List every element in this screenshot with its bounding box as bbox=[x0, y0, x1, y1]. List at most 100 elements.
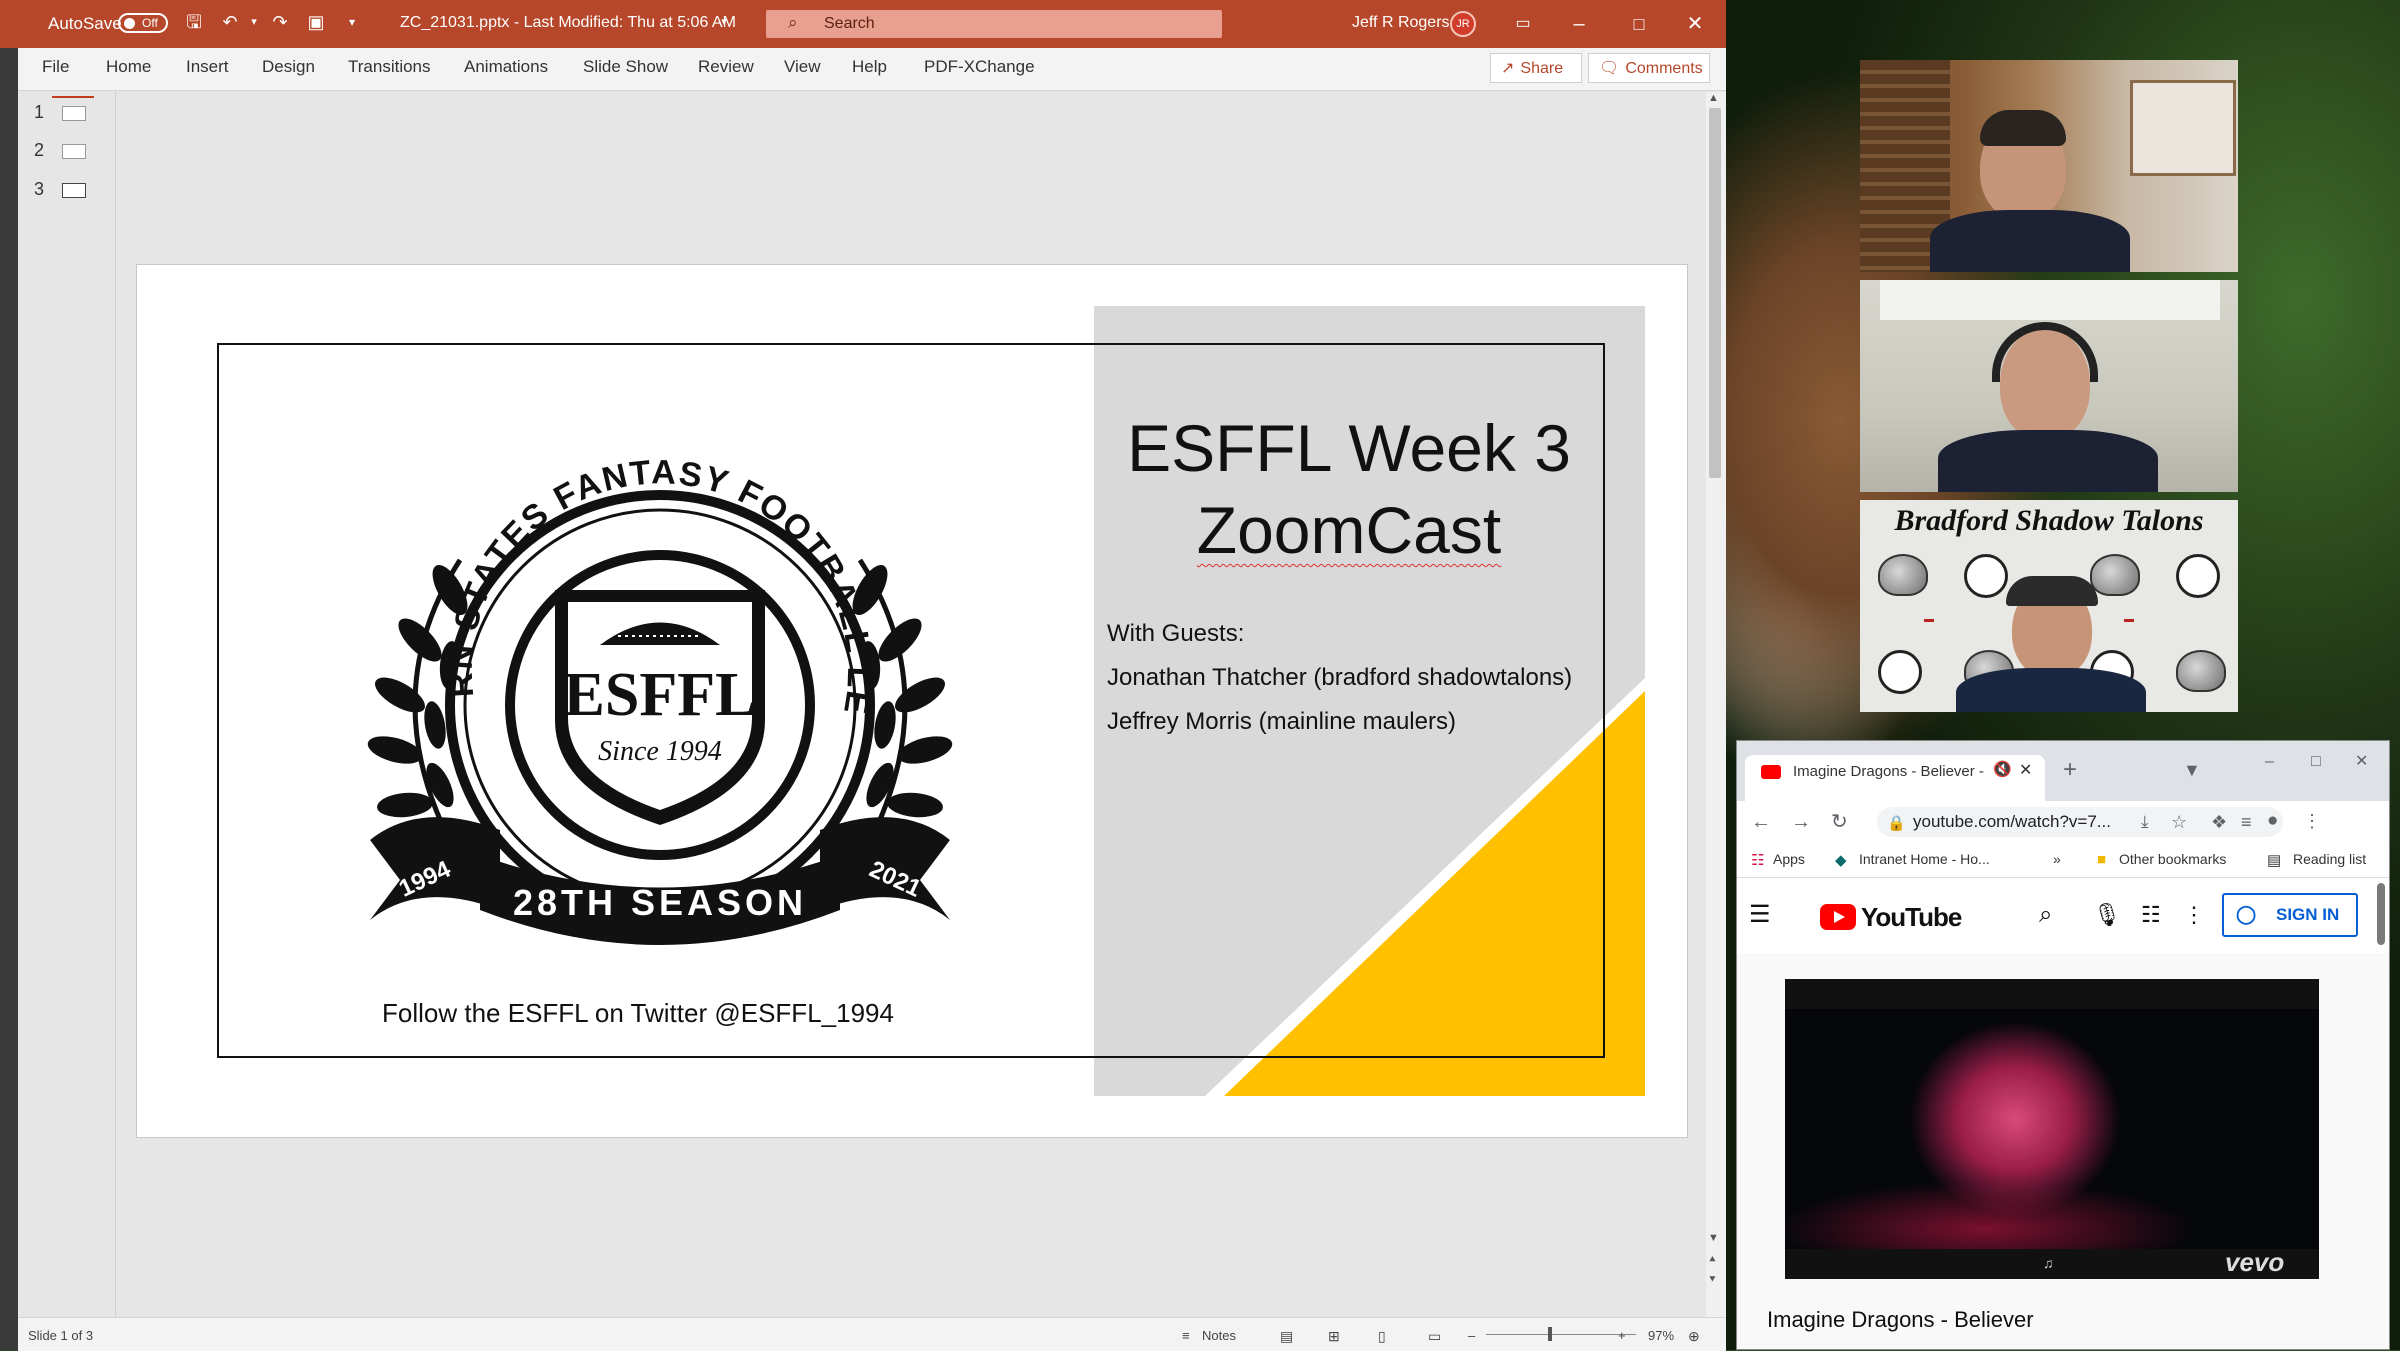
maximize-button[interactable]: □ bbox=[1616, 8, 1662, 40]
search-box[interactable]: ⌕ Search bbox=[766, 10, 1222, 38]
lock-icon[interactable]: 🔒 bbox=[1887, 813, 1906, 835]
esffl-badge-icon bbox=[2176, 554, 2220, 598]
reading-list-icon: ▤ bbox=[2267, 852, 2282, 869]
tab-review[interactable]: Review bbox=[698, 57, 754, 77]
avatar[interactable]: JR bbox=[1450, 11, 1476, 37]
undo-dropdown-icon[interactable]: ▾ bbox=[244, 12, 264, 32]
comments-label: Comments bbox=[1625, 60, 1703, 77]
chrome-menu-icon[interactable]: ⋮ bbox=[2303, 810, 2321, 832]
slideshow-icon[interactable]: ▭ bbox=[1428, 1328, 1441, 1345]
scroll-down-icon[interactable]: ▼ bbox=[1708, 1232, 1719, 1244]
video-tile-2[interactable] bbox=[1860, 280, 2238, 492]
maximize-button[interactable]: □ bbox=[2311, 751, 2321, 773]
forward-icon[interactable]: → bbox=[1791, 811, 1811, 833]
status-bar: Slide 1 of 3 ≡ Notes ▤ ⊞ ▯ ▭ – + 97% ⊕ bbox=[18, 1317, 1726, 1351]
bookmark-other[interactable]: Other bookmarks bbox=[2119, 851, 2226, 867]
muted-audio-icon[interactable]: 🔇 bbox=[1993, 759, 2012, 781]
settings-menu-icon[interactable]: ⋮ bbox=[2183, 904, 2205, 926]
tab-insert[interactable]: Insert bbox=[186, 57, 229, 77]
normal-view-icon[interactable]: ▤ bbox=[1280, 1328, 1293, 1345]
user-name[interactable]: Jeff R Rogers bbox=[1352, 14, 1450, 32]
back-icon[interactable]: ← bbox=[1751, 811, 1771, 833]
apps-grid-icon[interactable]: ☷ bbox=[1751, 851, 1764, 869]
video-player[interactable]: ♫ vevo bbox=[1785, 979, 2319, 1279]
comments-button[interactable]: 🗨 Comments bbox=[1588, 53, 1710, 83]
redo-icon[interactable]: ↷ bbox=[270, 12, 290, 32]
undo-icon[interactable]: ↶ bbox=[220, 12, 240, 32]
profile-icon[interactable]: ● bbox=[2267, 810, 2278, 832]
sharepoint-icon: ◆ bbox=[1835, 852, 1847, 869]
left-edge-strip bbox=[0, 48, 18, 1350]
tab-home[interactable]: Home bbox=[106, 57, 151, 77]
page-scrollbar[interactable] bbox=[2377, 883, 2385, 945]
zoom-slider-thumb[interactable] bbox=[1548, 1327, 1552, 1341]
title-dropdown-icon[interactable]: ▾ bbox=[714, 12, 734, 32]
slide-title-line-1[interactable]: ESFFL Week 3 bbox=[1094, 410, 1604, 486]
bookmark-star-icon[interactable]: ☆ bbox=[2171, 811, 2187, 833]
tab-animations[interactable]: Animations bbox=[464, 57, 548, 77]
youtube-logo-text[interactable]: YouTube bbox=[1861, 902, 1962, 933]
present-icon[interactable]: ▣ bbox=[306, 12, 326, 32]
sign-in-button[interactable]: ◯ SIGN IN bbox=[2222, 893, 2358, 937]
close-tab-icon[interactable]: ✕ bbox=[2019, 760, 2032, 782]
search-icon[interactable]: ⌕ bbox=[2039, 903, 2052, 927]
ribbon-display-icon[interactable]: ▭ bbox=[1500, 8, 1546, 40]
zoom-slider[interactable] bbox=[1486, 1334, 1636, 1335]
minimize-button[interactable]: – bbox=[1556, 8, 1602, 40]
video-tile-1[interactable] bbox=[1860, 60, 2238, 272]
reading-view-icon[interactable]: ▯ bbox=[1378, 1328, 1386, 1345]
slide-thumbnail-2[interactable] bbox=[62, 144, 86, 159]
install-icon[interactable]: ⤓ bbox=[2141, 811, 2149, 833]
slide-thumbnail-1[interactable] bbox=[62, 106, 86, 121]
tab-design[interactable]: Design bbox=[262, 57, 315, 77]
notes-icon[interactable]: ≡ bbox=[1182, 1328, 1190, 1343]
tab-pdf-xchange[interactable]: PDF-XChange bbox=[924, 57, 1035, 77]
minimize-button[interactable]: – bbox=[2265, 751, 2274, 773]
zoom-level[interactable]: 97% bbox=[1648, 1328, 1674, 1343]
autosave-toggle[interactable]: Off bbox=[118, 13, 168, 33]
hamburger-menu-icon[interactable]: ☰ bbox=[1749, 903, 1771, 927]
close-button[interactable]: ✕ bbox=[1672, 8, 1718, 40]
esffl-logo[interactable]: EASTERN STATES FANTASY FOOTBALL LEAGUE E… bbox=[300, 440, 1020, 960]
tab-search-icon[interactable]: ▼ bbox=[2183, 759, 2201, 781]
more-bookmarks-button[interactable]: » bbox=[2053, 851, 2061, 867]
media-control-icon[interactable]: ≡ bbox=[2241, 811, 2252, 833]
bookmark-intranet[interactable]: Intranet Home - Ho... bbox=[1859, 851, 1990, 867]
reload-icon[interactable]: ↻ bbox=[1831, 811, 1848, 833]
new-tab-icon[interactable]: + bbox=[2063, 758, 2077, 782]
video-tile-3[interactable]: Bradford Shadow Talons ▬ ▬ bbox=[1860, 500, 2238, 712]
guests-heading[interactable]: With Guests: bbox=[1107, 620, 1244, 648]
fit-to-window-icon[interactable]: ⊕ bbox=[1688, 1328, 1700, 1345]
apps-grid-icon[interactable]: ☷ bbox=[2141, 904, 2161, 926]
slide-thumbnail-3[interactable] bbox=[62, 183, 86, 198]
tab-file[interactable]: File bbox=[42, 57, 69, 77]
scrollbar-thumb[interactable] bbox=[1709, 108, 1721, 478]
customize-toolbar-icon[interactable]: ▾ bbox=[342, 12, 362, 32]
share-button[interactable]: ↗ Share bbox=[1490, 53, 1582, 83]
slide-sorter-icon[interactable]: ⊞ bbox=[1328, 1328, 1340, 1345]
youtube-logo-icon[interactable] bbox=[1820, 904, 1856, 930]
microphone-icon[interactable]: 🎙 bbox=[2093, 904, 2121, 926]
zoom-in-icon[interactable]: + bbox=[1618, 1328, 1626, 1343]
twitter-footer[interactable]: Follow the ESFFL on Twitter @ESFFL_1994 bbox=[382, 998, 894, 1029]
guest-1[interactable]: Jonathan Thatcher (bradford shadowtalons… bbox=[1107, 664, 1572, 692]
bookmark-reading-list[interactable]: Reading list bbox=[2293, 851, 2366, 867]
extensions-icon[interactable]: ❖ bbox=[2211, 811, 2227, 833]
previous-slide-icon[interactable]: ⯅ bbox=[1708, 1254, 1717, 1267]
slide-title-line-2[interactable]: ZoomCast bbox=[1094, 492, 1604, 568]
tab-help[interactable]: Help bbox=[852, 57, 887, 77]
tab-strip: Imagine Dragons - Believer - 🔇 ✕ + ▼ – □… bbox=[1737, 741, 2389, 801]
bookmarks-bar: ☷ Apps ◆ Intranet Home - Ho... » ■ Other… bbox=[1737, 843, 2389, 878]
bookmark-apps[interactable]: Apps bbox=[1773, 851, 1805, 867]
save-icon[interactable]: 🖫 bbox=[184, 12, 204, 32]
guest-2[interactable]: Jeffrey Morris (mainline maulers) bbox=[1107, 708, 1456, 736]
close-button[interactable]: ✕ bbox=[2355, 751, 2368, 773]
notes-button[interactable]: Notes bbox=[1202, 1328, 1236, 1343]
tab-slide-show[interactable]: Slide Show bbox=[583, 57, 668, 77]
tab-transitions[interactable]: Transitions bbox=[348, 57, 431, 77]
url-text[interactable]: youtube.com/watch?v=7... bbox=[1913, 812, 2111, 832]
scroll-up-icon[interactable]: ▲ bbox=[1708, 92, 1719, 104]
next-slide-icon[interactable]: ⯆ bbox=[1708, 1274, 1717, 1287]
zoom-out-icon[interactable]: – bbox=[1468, 1328, 1475, 1343]
tab-view[interactable]: View bbox=[784, 57, 821, 77]
